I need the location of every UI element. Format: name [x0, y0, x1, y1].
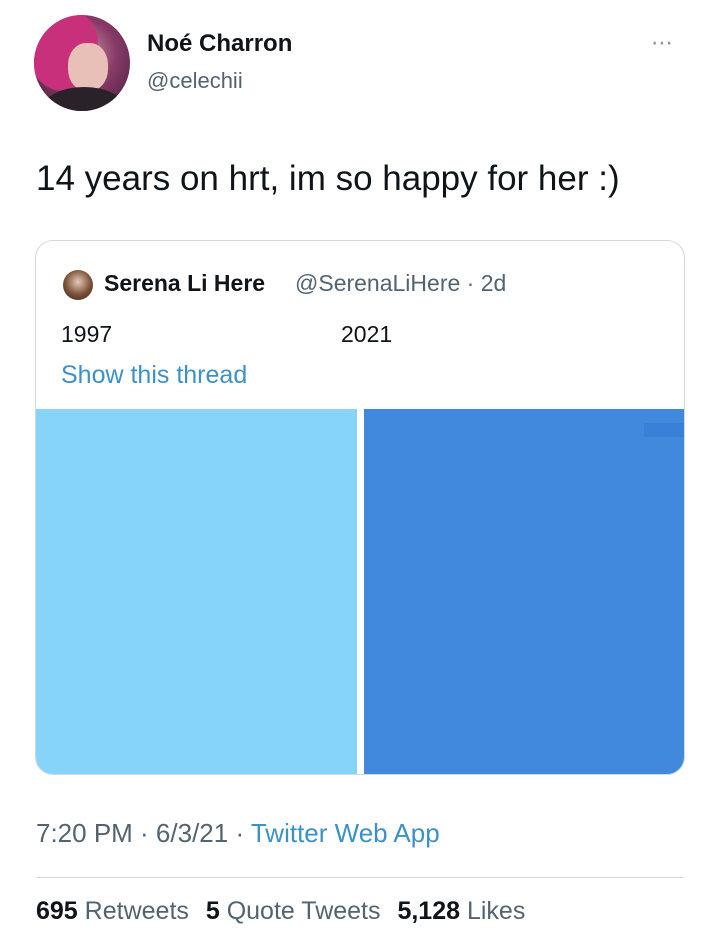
more-options-icon[interactable]: ⋯ — [651, 30, 674, 56]
retweets-label: Retweets — [84, 897, 189, 925]
author-avatar[interactable] — [34, 15, 130, 111]
quoted-image-left[interactable] — [36, 409, 357, 774]
tweet-meta: 7:20 PM · 6/3/21 · Twitter Web App — [36, 818, 440, 849]
avatar-face — [68, 43, 108, 91]
show-thread-link[interactable]: Show this thread — [61, 361, 247, 390]
quoted-author-handle: @SerenaLiHere · 2d — [295, 270, 507, 296]
divider — [36, 877, 684, 878]
likes-label: Likes — [466, 897, 526, 925]
avatar-shoulder — [44, 87, 124, 111]
author-handle[interactable]: @celechii — [147, 68, 243, 94]
tweet-stats: 695 Retweets 5 Quote Tweets 5,128 Likes — [36, 897, 535, 926]
image-strip — [644, 423, 684, 437]
quotes-stat[interactable]: 5 Quote Tweets — [206, 897, 381, 925]
quotes-count: 5 — [205, 897, 220, 925]
tweet-text: 14 years on hrt, im so happy for her :) — [36, 159, 620, 198]
author-name[interactable]: Noé Charron — [147, 30, 292, 58]
tweet: Noé Charron @celechii ⋯ 14 years on hrt,… — [0, 0, 720, 950]
retweets-stat[interactable]: 695 Retweets — [36, 897, 189, 925]
source-app-link[interactable]: Twitter Web App — [251, 818, 440, 848]
likes-count: 5,128 — [397, 897, 461, 925]
tweet-timestamp[interactable]: 7:20 PM · 6/3/21 · — [36, 818, 251, 848]
quoted-author-name: Serena Li Here — [104, 270, 266, 296]
quoted-image-right[interactable] — [364, 409, 684, 774]
retweets-count: 695 — [36, 897, 78, 925]
quoted-label-right: 2021 — [341, 321, 393, 347]
quoted-tweet[interactable]: Serena Li Here @SerenaLiHere · 2d 1997 2… — [35, 240, 685, 775]
quoted-label-left: 1997 — [61, 321, 113, 347]
quotes-label: Quote Tweets — [226, 897, 381, 925]
likes-stat[interactable]: 5,128 Likes — [397, 897, 525, 925]
quoted-author-avatar — [63, 270, 93, 300]
